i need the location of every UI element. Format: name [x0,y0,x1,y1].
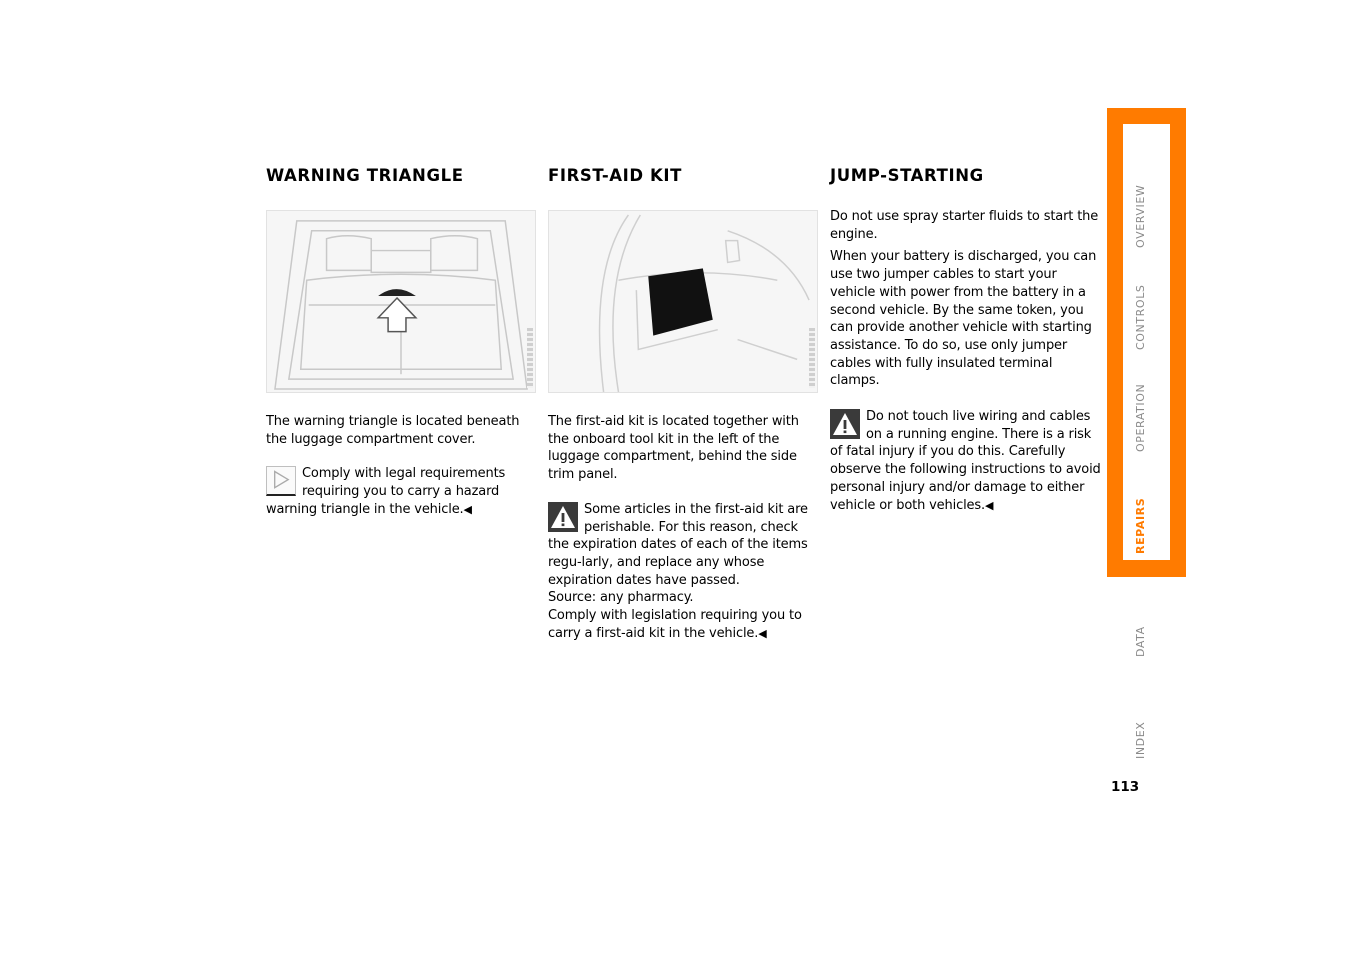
legal-note: Comply with legal requirements requiring… [266,465,538,518]
arrow-note-icon [266,466,296,497]
image-code-mark [527,328,533,388]
section-title: JUMP-STARTING [830,166,984,185]
warning-triangle-location-text: The warning triangle is located beneath … [266,414,520,447]
end-mark-icon: ◀ [758,626,767,640]
tab-controls[interactable]: CONTROLS [1134,285,1147,351]
tab-data[interactable]: DATA [1134,626,1147,657]
first-aid-kit-location-text: The first-aid kit is located together wi… [548,414,799,483]
spray-starter-text: Do not use spray starter fluids to start… [830,209,1099,242]
section-title: FIRST-AID KIT [548,166,683,185]
tab-index[interactable]: INDEX [1134,722,1147,759]
section-title: WARNING TRIANGLE [266,166,464,185]
luggage-compartment-illustration [266,210,536,393]
perishable-warning-note: Some articles in the first-aid kit are p… [548,501,820,643]
warning-icon [548,501,578,532]
tab-operation[interactable]: OPERATION [1134,384,1147,452]
tab-repairs[interactable]: REPAIRS [1134,498,1147,554]
section-first-aid-kit: FIRST-AID KIT The first-aid kit is locat… [548,166,820,642]
perishable-warning-text: Some articles in the first-aid kit are p… [548,501,808,588]
source-text: Source: any pharmacy. [548,590,694,606]
end-mark-icon: ◀ [463,502,472,516]
section-warning-triangle: WARNING TRIANGLE The warning triangle is… [266,166,538,519]
jumper-cables-text: When your battery is discharged, you can… [830,249,1097,389]
first-aid-kit-illustration [548,210,818,393]
live-wiring-warning-text: Do not touch live wiring and cables on a… [830,409,1101,513]
end-mark-icon: ◀ [985,498,994,512]
live-wiring-warning-note: Do not touch live wiring and cables on a… [830,408,1102,514]
section-jump-starting: JUMP-STARTING Do not use spray starter f… [830,166,1102,514]
tab-overview[interactable]: OVERVIEW [1134,185,1147,248]
warning-icon [830,409,860,440]
image-code-mark [809,328,815,388]
page-number: 113 [1111,779,1140,795]
